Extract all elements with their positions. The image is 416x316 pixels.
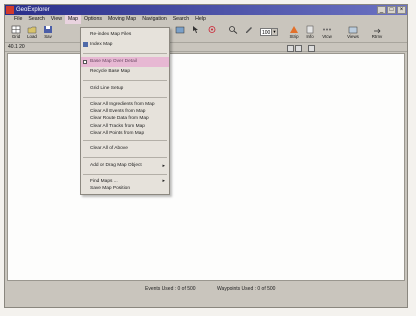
- menu-item-save-position[interactable]: Save Map Position: [81, 185, 169, 192]
- menu-item-clear-ingredients[interactable]: Clear All Ingredients from Map: [81, 101, 169, 108]
- map-canvas[interactable]: [7, 53, 405, 281]
- app-window: GeoExplorer _ □ × File Search View Map O…: [4, 4, 408, 308]
- rtrnv-button[interactable]: Rtrnv: [369, 25, 385, 43]
- grid-icon: [11, 25, 21, 34]
- info-button[interactable]: Info: [302, 25, 318, 43]
- menu-item-find-maps[interactable]: Find Maps ... ▸: [81, 178, 169, 185]
- info-icon: [306, 25, 314, 34]
- close-button[interactable]: ×: [397, 6, 406, 14]
- menu-navigation[interactable]: Navigation: [139, 15, 170, 24]
- status-indicator-2[interactable]: [295, 45, 302, 52]
- window-icon: [348, 26, 358, 34]
- menu-divider: [83, 53, 167, 54]
- menu-view[interactable]: View: [48, 15, 65, 24]
- status-indicator-3[interactable]: [308, 45, 315, 52]
- folder-icon: [27, 26, 37, 34]
- menu-item-base-map[interactable]: Base Map Over Detail: [81, 57, 169, 67]
- grid-button[interactable]: Grid: [8, 25, 24, 43]
- menu-search[interactable]: Search: [25, 15, 47, 24]
- menu-item-recycle[interactable]: Recycle Base Map: [81, 67, 169, 77]
- checkbox: [83, 60, 87, 64]
- menu-divider: [83, 173, 167, 175]
- menu-divider: [83, 97, 167, 98]
- menu-options[interactable]: Options: [81, 15, 105, 24]
- tool-button-b[interactable]: [188, 25, 204, 43]
- menu-item-clear-tracks[interactable]: Clear All Tracks from Map: [81, 123, 169, 130]
- submenu-arrow-icon: ▸: [162, 162, 165, 169]
- chevron-down-icon: ▼: [271, 29, 277, 35]
- menu-file[interactable]: File: [11, 15, 25, 24]
- menu-item-clear-events[interactable]: Clear All Events from Map: [81, 108, 169, 115]
- menu-divider: [83, 139, 167, 141]
- menu-moving-map[interactable]: Moving Map: [105, 15, 139, 24]
- menu-item-add-drag[interactable]: Add or Drag Map Object ▸: [81, 161, 169, 171]
- app-icon: [6, 6, 14, 14]
- save-button[interactable]: Sav: [40, 25, 56, 43]
- waypoints-used: Waypoints Used : 0 of 500: [217, 286, 276, 292]
- coordinate-row: 40.1 20: [5, 43, 407, 52]
- target-icon: [208, 26, 216, 33]
- arrows-icon: [374, 28, 381, 34]
- menu-item-clear-all[interactable]: Clear All of Above: [81, 144, 169, 154]
- events-used: Events Used : 0 of 500: [145, 286, 196, 292]
- load-button[interactable]: Load: [24, 25, 40, 43]
- menu-item-clear-points[interactable]: Clear All Points from Map: [81, 130, 169, 137]
- cursor-icon: [193, 26, 198, 33]
- menu-divider: [83, 156, 167, 158]
- title-bar: GeoExplorer _ □ ×: [5, 5, 407, 15]
- menu-map[interactable]: Map: [64, 15, 82, 24]
- status-bar: Events Used : 0 of 500 Waypoints Used : …: [5, 284, 407, 294]
- menu-divider: [83, 80, 167, 81]
- pen-icon: [246, 27, 252, 33]
- map-icon: [83, 42, 88, 47]
- menu-item-index-map[interactable]: Index Map: [81, 40, 169, 50]
- menu-item-reindex[interactable]: Re-index Map Files: [81, 30, 169, 40]
- status-indicator-1[interactable]: [287, 45, 294, 52]
- maximize-button[interactable]: □: [387, 6, 396, 14]
- tool-button-c[interactable]: [204, 25, 220, 43]
- strip-button[interactable]: Strip: [286, 25, 302, 43]
- save-icon: [44, 26, 52, 33]
- submenu-arrow-icon: ▸: [162, 177, 165, 184]
- zoom-combo[interactable]: 100 ▼: [260, 28, 278, 36]
- menu-item-clear-route[interactable]: Clear Route Data from Map: [81, 115, 169, 122]
- vtcw-button[interactable]: Vtcw: [319, 25, 335, 43]
- menu-bar: File Search View Map Options Moving Map …: [5, 15, 407, 24]
- magnifier-icon: [229, 26, 238, 34]
- window-title: GeoExplorer: [16, 7, 50, 13]
- pen-button[interactable]: [241, 25, 257, 43]
- map-menu-dropdown: Re-index Map Files Index Map Base Map Ov…: [80, 27, 170, 195]
- warning-icon: [290, 26, 298, 33]
- views-button[interactable]: Views: [345, 25, 361, 43]
- menu-search-2[interactable]: Search: [170, 15, 192, 24]
- menu-item-grid-setup[interactable]: Grid Line Setup: [81, 84, 169, 94]
- minimize-button[interactable]: _: [377, 6, 386, 14]
- route-icon: [323, 28, 331, 31]
- map-layer-icon: [175, 26, 185, 34]
- zoom-in-button[interactable]: [225, 25, 241, 43]
- menu-help[interactable]: Help: [192, 15, 209, 24]
- coordinate-readout: 40.1 20: [8, 44, 25, 50]
- toolbar: Grid Load Sav 100 ▼ Strip Info Vtcw View…: [5, 24, 407, 43]
- tool-button-a[interactable]: [172, 25, 188, 43]
